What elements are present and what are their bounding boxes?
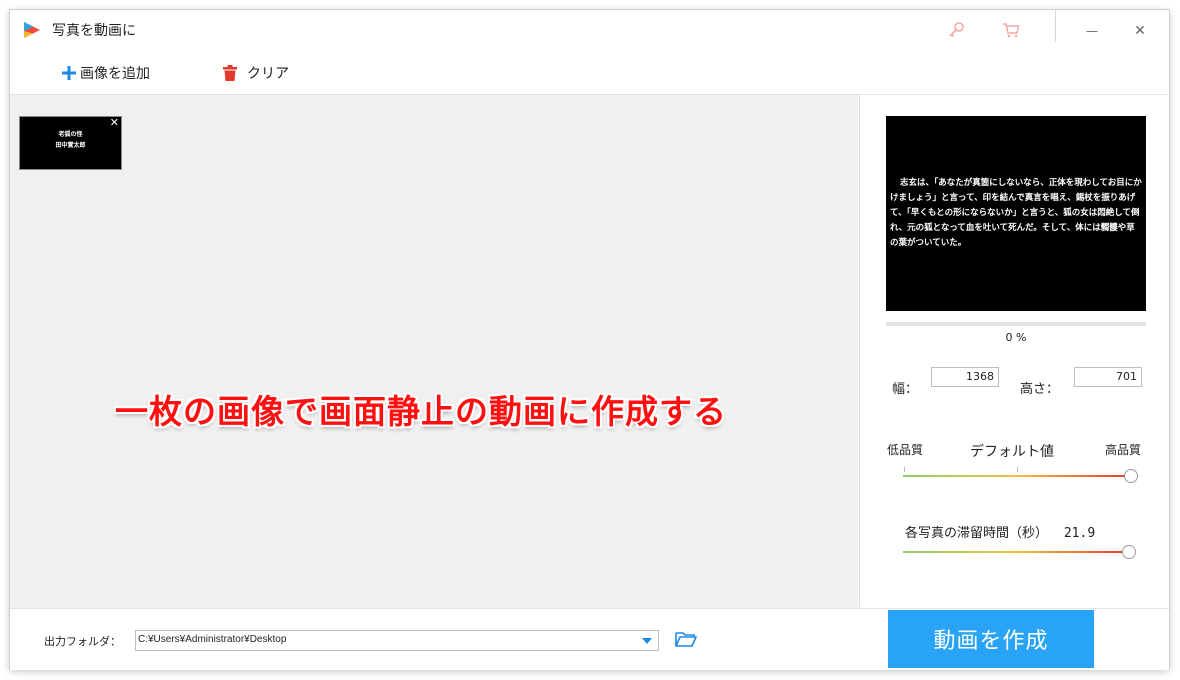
output-folder-path: C:¥Users¥Administrator¥Desktop bbox=[138, 634, 287, 645]
quality-high-label: 高品質 bbox=[1105, 443, 1142, 457]
width-input[interactable]: 1368 bbox=[931, 367, 999, 387]
add-image-label: 画像を追加 bbox=[80, 66, 150, 82]
quality-tick-default bbox=[1017, 467, 1018, 472]
quality-slider[interactable] bbox=[903, 475, 1131, 477]
thumbnail-remove-icon[interactable]: ✕ bbox=[110, 116, 119, 129]
clear-button[interactable]: クリア bbox=[223, 62, 289, 84]
cart-icon[interactable] bbox=[1000, 19, 1022, 41]
output-folder-label: 出力フォルダ： bbox=[44, 635, 121, 648]
height-label: 高さ： bbox=[1020, 382, 1060, 397]
width-label: 幅： bbox=[892, 382, 919, 397]
duration-row: 各写真の滞留時間（秒） 21.9 bbox=[905, 522, 1095, 541]
window-title: 写真を動画に bbox=[52, 23, 136, 39]
output-bar: 出力フォルダ： C:¥Users¥Administrator¥Desktop 動… bbox=[10, 608, 1169, 670]
quality-slider-thumb[interactable] bbox=[1124, 469, 1138, 483]
key-icon[interactable] bbox=[945, 19, 967, 41]
chevron-down-icon[interactable] bbox=[636, 631, 658, 650]
title-bar: 写真を動画に — ✕ bbox=[10, 10, 1169, 52]
app-window: 写真を動画に — ✕ 画像を追加 クリア 老狐の怪 田中實太郎 ✕ 一枚の画像で… bbox=[10, 10, 1169, 670]
clear-label: クリア bbox=[247, 66, 289, 82]
duration-slider[interactable] bbox=[903, 551, 1129, 553]
quality-default-label: デフォルト値 bbox=[970, 444, 1054, 460]
overlay-caption: 一枚の画像で画面静止の動画に作成する bbox=[115, 392, 727, 431]
thumbnail-line-2: 田中實太郎 bbox=[55, 142, 86, 149]
thumbnail-line-1: 老狐の怪 bbox=[58, 131, 83, 138]
close-icon: ✕ bbox=[1134, 23, 1146, 39]
minimize-button[interactable]: — bbox=[1072, 16, 1112, 46]
duration-value: 21.9 bbox=[1063, 526, 1096, 541]
trash-icon bbox=[223, 65, 237, 81]
image-thumbnail[interactable]: 老狐の怪 田中實太郎 ✕ bbox=[19, 116, 122, 170]
folder-open-icon[interactable] bbox=[675, 631, 697, 651]
preview-screen: 志玄は、「あなたが真箇にしないなら、正体を現わしてお目にかけましょう」と言って、… bbox=[886, 116, 1146, 311]
plus-icon bbox=[62, 66, 76, 80]
quality-tick-low bbox=[904, 467, 905, 472]
add-image-button[interactable]: 画像を追加 bbox=[62, 62, 150, 84]
image-list-area[interactable]: 老狐の怪 田中實太郎 ✕ 一枚の画像で画面静止の動画に作成する bbox=[10, 95, 858, 608]
titlebar-separator bbox=[1055, 10, 1056, 42]
height-input[interactable]: 701 bbox=[1074, 367, 1142, 387]
progress-bar bbox=[886, 322, 1146, 326]
toolbar: 画像を追加 クリア bbox=[10, 52, 1169, 95]
quality-low-label: 低品質 bbox=[887, 443, 924, 457]
preview-text: 志玄は、「あなたが真箇にしないなら、正体を現わしてお目にかけましょう」と言って、… bbox=[890, 178, 1142, 248]
settings-panel: 志玄は、「あなたが真箇にしないなら、正体を現わしてお目にかけましょう」と言って、… bbox=[859, 95, 1169, 607]
create-video-button[interactable]: 動画を作成 bbox=[888, 610, 1094, 668]
close-button[interactable]: ✕ bbox=[1120, 16, 1160, 46]
progress-text: 0 % bbox=[1005, 331, 1027, 344]
thumbnail-caption: 老狐の怪 田中實太郎 bbox=[20, 129, 121, 151]
output-folder-field[interactable]: C:¥Users¥Administrator¥Desktop bbox=[135, 630, 659, 651]
duration-label: 各写真の滞留時間（秒） bbox=[905, 526, 1049, 541]
app-logo-icon bbox=[22, 20, 42, 40]
minimize-icon: — bbox=[1086, 24, 1098, 38]
duration-slider-thumb[interactable] bbox=[1122, 545, 1136, 559]
